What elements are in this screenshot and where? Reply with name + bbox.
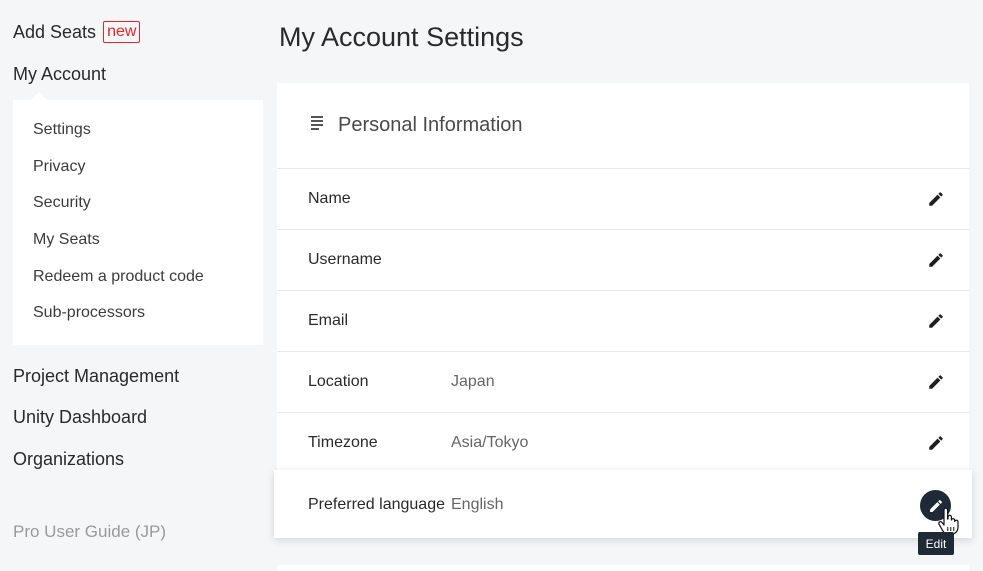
row-label: Timezone [308, 434, 378, 451]
nav-project-management[interactable]: Project Management [13, 366, 179, 387]
row-value: Asia/Tokyo [451, 434, 529, 451]
submenu-item-settings[interactable]: Settings [33, 121, 91, 139]
card-header: Personal Information [277, 83, 969, 169]
row-name: Name [277, 169, 969, 230]
new-badge: new [103, 21, 141, 43]
row-value: Japan [451, 373, 495, 390]
pencil-icon [929, 436, 943, 450]
edit-timezone-button[interactable] [927, 434, 945, 452]
row-label: Name [308, 190, 351, 207]
edit-username-button[interactable] [927, 251, 945, 269]
submenu-item-my-seats[interactable]: My Seats [33, 231, 100, 249]
row-label: Username [308, 251, 382, 268]
row-preferred-language: Preferred language English [274, 470, 972, 538]
row-label: Location [308, 373, 369, 390]
nav-add-seats[interactable]: Add Seats new [13, 21, 141, 43]
submenu-item-redeem-code[interactable]: Redeem a product code [33, 268, 204, 286]
edit-tooltip: Edit [918, 532, 954, 555]
row-email: Email [277, 291, 969, 352]
row-timezone: Timezone Asia/Tokyo [277, 413, 969, 474]
my-account-submenu: Settings Privacy Security My Seats Redee… [13, 92, 263, 345]
next-card [277, 565, 969, 571]
pencil-icon [929, 375, 943, 389]
card-title: Personal Information [338, 114, 523, 136]
submenu-item-privacy[interactable]: Privacy [33, 158, 85, 176]
row-value: English [451, 496, 504, 513]
submenu-item-sub-processors[interactable]: Sub-processors [33, 304, 145, 322]
pencil-icon [929, 314, 943, 328]
nav-organizations[interactable]: Organizations [13, 449, 124, 470]
nav-my-account[interactable]: My Account [13, 64, 106, 85]
personal-information-card: Personal Information Name Username Email… [277, 83, 969, 471]
row-label: Preferred language [308, 496, 445, 513]
pencil-icon [929, 253, 943, 267]
edit-location-button[interactable] [927, 373, 945, 391]
submenu-item-security[interactable]: Security [33, 194, 91, 212]
edit-email-button[interactable] [927, 312, 945, 330]
nav-pro-user-guide[interactable]: Pro User Guide (JP) [13, 522, 166, 542]
page-title: My Account Settings [279, 22, 524, 52]
row-location: Location Japan [277, 352, 969, 413]
nav-unity-dashboard[interactable]: Unity Dashboard [13, 407, 147, 428]
sidebar: Add Seats new My Account Settings Privac… [0, 0, 265, 571]
row-username: Username [277, 230, 969, 291]
nav-add-seats-label: Add Seats [13, 21, 97, 42]
row-label: Email [308, 312, 349, 329]
edit-name-button[interactable] [927, 190, 945, 208]
list-icon [311, 116, 325, 130]
pencil-icon [929, 192, 943, 206]
